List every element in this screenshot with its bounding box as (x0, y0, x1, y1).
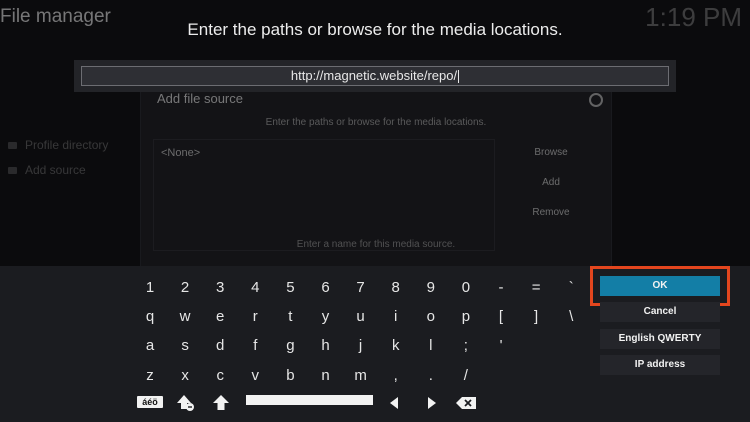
key[interactable]: d (205, 334, 235, 358)
key[interactable]: ' (486, 334, 516, 358)
key[interactable]: z (135, 364, 165, 388)
browse-button: Browse (534, 147, 568, 158)
key[interactable]: t (275, 305, 305, 329)
key[interactable]: e (205, 305, 235, 329)
cursor-right-key[interactable] (419, 392, 443, 414)
key[interactable]: ; (451, 334, 481, 358)
key[interactable]: a (135, 334, 165, 358)
key[interactable]: 5 (275, 276, 305, 300)
key[interactable]: i (381, 305, 411, 329)
key[interactable]: x (170, 364, 200, 388)
key[interactable]: o (416, 305, 446, 329)
key[interactable]: p (451, 305, 481, 329)
key[interactable]: 3 (205, 276, 235, 300)
key[interactable]: ` (556, 276, 586, 300)
ip-address-button[interactable]: IP address (600, 355, 720, 375)
key[interactable]: 0 (451, 276, 481, 300)
key[interactable]: 4 (240, 276, 270, 300)
key[interactable]: = (521, 276, 551, 300)
key[interactable]: y (311, 305, 341, 329)
path-list (153, 139, 495, 251)
key[interactable]: w (170, 305, 200, 329)
key[interactable]: k (381, 334, 411, 358)
caps-lock-icon (213, 395, 229, 410)
symbols-key[interactable]: áéö (137, 392, 163, 414)
input-text: http://magnetic.website/repo/ (290, 68, 458, 83)
key[interactable]: r (240, 305, 270, 329)
shift-icon (177, 395, 194, 411)
path-value: <None> (161, 147, 201, 159)
key[interactable]: 7 (346, 276, 376, 300)
url-input[interactable]: http://magnetic.website/repo/ (81, 66, 669, 86)
keyboard-layout-button[interactable]: English QWERTY (600, 329, 720, 349)
dialog-title: Add file source (157, 91, 243, 106)
key[interactable]: / (451, 364, 481, 388)
key[interactable]: u (346, 305, 376, 329)
key[interactable]: 8 (381, 276, 411, 300)
arrow-right-icon (428, 397, 436, 409)
key[interactable]: h (311, 334, 341, 358)
caps-lock-key[interactable] (209, 392, 233, 414)
key[interactable]: j (346, 334, 376, 358)
sidebar-item-profile-directory: Profile directory (8, 138, 108, 152)
sidebar-item-add-source: Add source (8, 163, 86, 177)
key[interactable]: f (240, 334, 270, 358)
key[interactable]: , (381, 364, 411, 388)
text-caret (458, 70, 460, 84)
prompt-heading: Enter the paths or browse for the media … (187, 20, 563, 39)
key[interactable]: l (416, 334, 446, 358)
backspace-icon (456, 397, 476, 409)
key[interactable]: [ (486, 305, 516, 329)
key[interactable]: n (311, 364, 341, 388)
add-button: Add (542, 177, 560, 188)
key[interactable]: m (346, 364, 376, 388)
remove-button: Remove (532, 207, 570, 218)
input-container: http://magnetic.website/repo/ (74, 60, 676, 92)
key[interactable]: 1 (135, 276, 165, 300)
backspace-key[interactable] (453, 392, 479, 414)
key[interactable]: 9 (416, 276, 446, 300)
arrow-left-icon (390, 397, 398, 409)
key[interactable]: s (170, 334, 200, 358)
key[interactable]: - (486, 276, 516, 300)
cancel-button[interactable]: Cancel (600, 302, 720, 322)
key[interactable]: v (240, 364, 270, 388)
space-bar[interactable] (246, 395, 373, 405)
key[interactable]: q (135, 305, 165, 329)
key[interactable]: 2 (170, 276, 200, 300)
folder-icon (8, 167, 17, 174)
key[interactable]: ] (521, 305, 551, 329)
key[interactable]: c (205, 364, 235, 388)
key[interactable]: 6 (311, 276, 341, 300)
key[interactable]: . (416, 364, 446, 388)
name-hint: Enter a name for this media source. (296, 239, 456, 250)
folder-icon (8, 142, 17, 149)
ok-button[interactable]: OK (600, 276, 720, 296)
symbols-key-label: áéö (137, 396, 163, 408)
dialog-subtitle: Enter the paths or browse for the media … (265, 117, 487, 128)
add-source-dialog: Add file source Enter the paths or brows… (140, 88, 612, 268)
key[interactable]: g (275, 334, 305, 358)
key[interactable]: b (275, 364, 305, 388)
key[interactable]: \ (556, 305, 586, 329)
shift-key[interactable] (174, 392, 198, 414)
settings-icon (589, 93, 603, 107)
cursor-left-key[interactable] (383, 392, 407, 414)
